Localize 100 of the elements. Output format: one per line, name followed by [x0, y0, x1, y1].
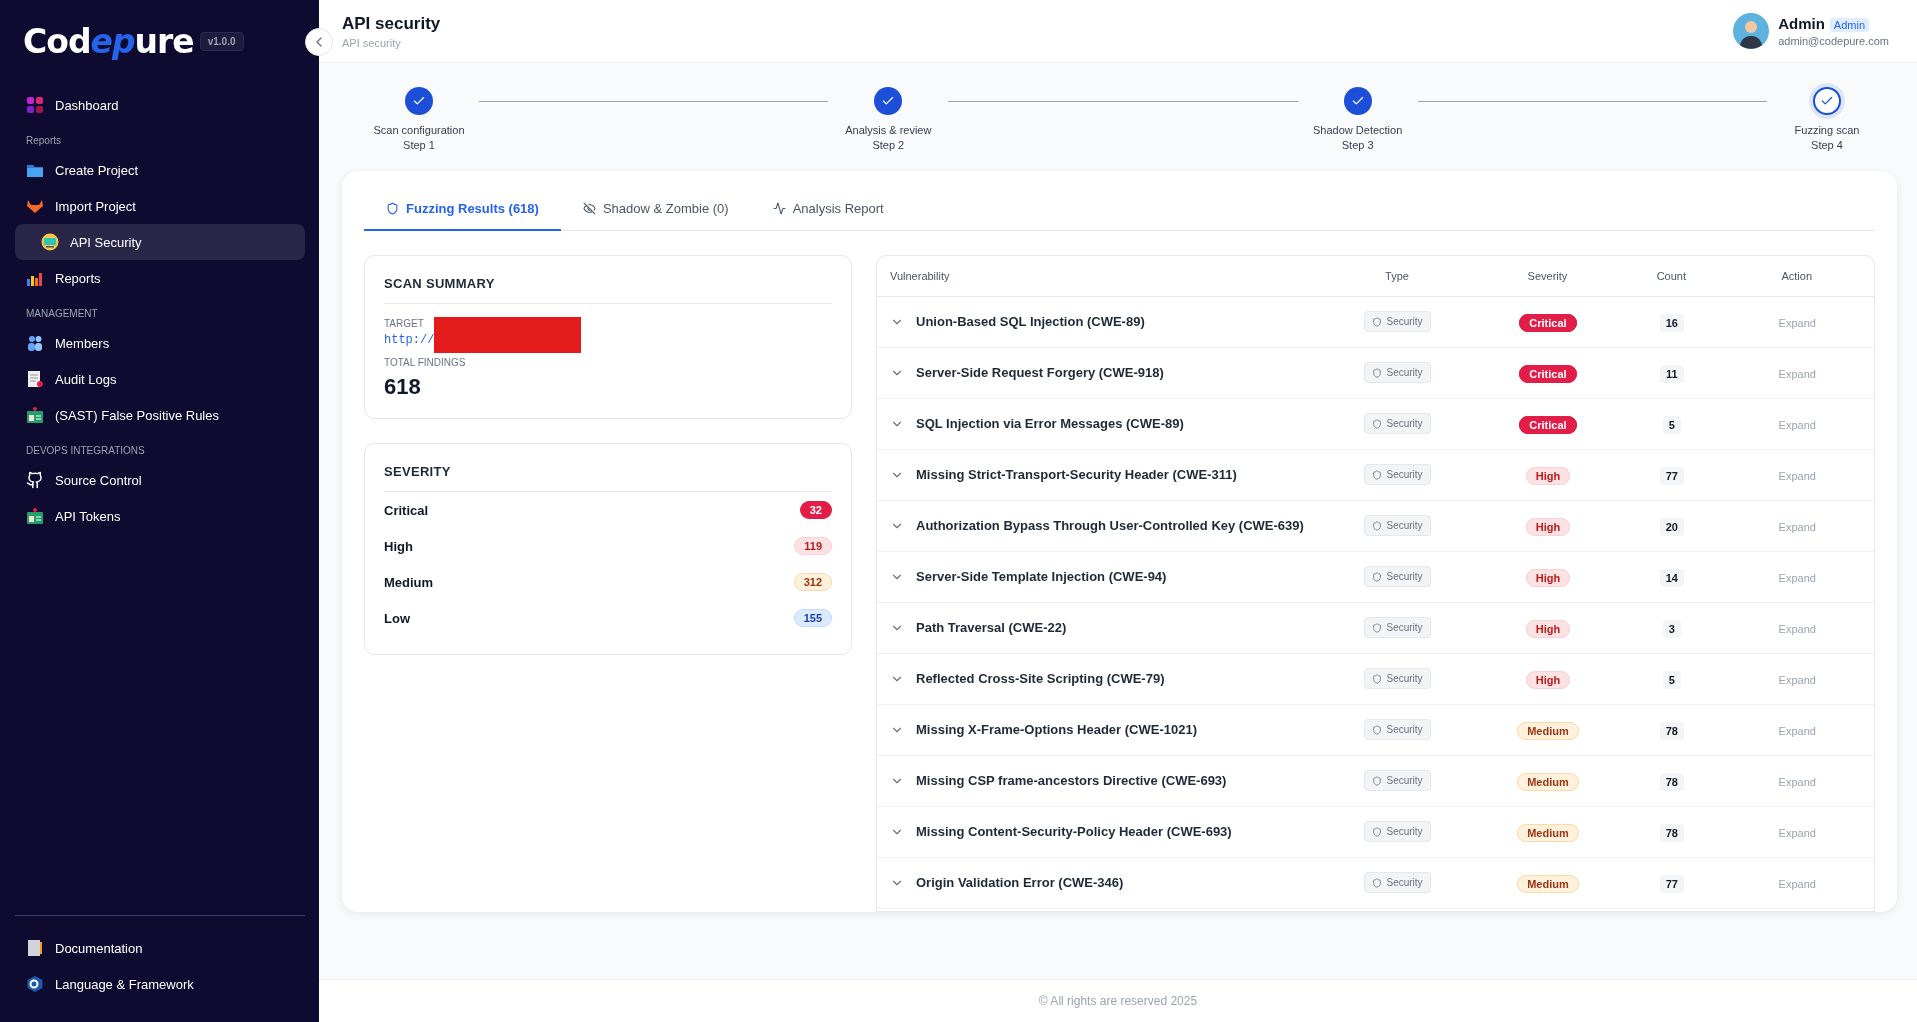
vulnerability-name: Authorization Bypass Through User-Controlled Key (CWE-639) — [916, 518, 1304, 533]
monitor-icon — [41, 233, 59, 251]
vulnerability-name: Path Traversal (CWE-22) — [916, 620, 1067, 635]
vulnerability-name: Union-Based SQL Injection (CWE-89) — [916, 314, 1145, 329]
sidebar-item[interactable]: Dashboard — [15, 87, 305, 123]
sidebar-item[interactable]: Source Control — [15, 462, 305, 498]
severity-badge: Medium — [1517, 772, 1579, 791]
type-tag: Security — [1364, 617, 1431, 638]
avatar — [1733, 13, 1770, 49]
target-url: http:// — [384, 333, 435, 347]
card-title: SEVERITY — [384, 464, 832, 492]
id-card-icon — [26, 406, 44, 424]
section-heading: DEVOPS INTEGRATIONS — [25, 445, 146, 456]
type-tag: Security — [1364, 719, 1431, 740]
document-icon — [26, 370, 44, 388]
severity-badge: High — [1525, 568, 1571, 587]
hexagon-icon — [26, 975, 44, 993]
version-badge: v1.0.0 — [199, 32, 244, 51]
column-header: Type — [1322, 256, 1473, 296]
card-title: SCAN SUMMARY — [384, 276, 832, 304]
shield-icon — [1372, 826, 1383, 837]
column-header: Count — [1623, 256, 1721, 296]
count-badge: 78 — [1659, 721, 1684, 740]
count-badge: 77 — [1659, 466, 1684, 485]
count-badge: 14 — [1659, 568, 1684, 587]
type-tag: Security — [1364, 311, 1431, 332]
vulnerability-name: Reflected Cross-Site Scripting (CWE-79) — [916, 671, 1165, 686]
type-tag: Security — [1364, 413, 1431, 434]
shield-icon — [1372, 673, 1383, 684]
type-tag: Security — [1364, 515, 1431, 536]
count-badge: 5 — [1662, 415, 1681, 434]
type-tag: Security — [1364, 464, 1431, 485]
severity-label: Low — [384, 610, 410, 626]
tab[interactable]: Analysis Report — [750, 187, 906, 231]
tab[interactable]: Fuzzing Results (618) — [364, 187, 561, 231]
shield-icon — [1372, 571, 1383, 582]
count-badge: 77 — [1659, 874, 1684, 893]
grid-icon — [26, 96, 44, 114]
shield-icon — [386, 202, 399, 215]
sidebar-item[interactable]: Documentation — [15, 930, 305, 966]
user-email: admin@codepure.com — [1778, 35, 1889, 47]
sidebar-item[interactable]: Reports — [15, 260, 305, 296]
sidebar-item[interactable]: (SAST) False Positive Rules — [15, 397, 305, 433]
severity-badge: High — [1525, 670, 1571, 689]
shield-icon — [1372, 316, 1383, 327]
severity-label: Critical — [384, 502, 429, 518]
sidebar-item[interactable]: Language & Framework — [15, 966, 305, 1002]
sidebar-item[interactable]: API Security — [15, 224, 305, 260]
severity-badge: Medium — [1517, 874, 1579, 893]
count-badge: 119 — [794, 537, 832, 555]
step-label: Shadow Detection Step 3 — [1313, 123, 1403, 153]
severity-badge: Medium — [1517, 823, 1579, 842]
section-heading: Reports — [25, 135, 62, 146]
vulnerability-name: Server-Side Template Injection (CWE-94) — [916, 569, 1167, 584]
type-tag: Security — [1364, 821, 1431, 842]
people-icon — [26, 334, 44, 352]
column-header: Vulnerability — [877, 256, 1323, 296]
severity-badge: High — [1525, 619, 1571, 638]
count-badge: 78 — [1659, 823, 1684, 842]
vulnerability-name: Missing X-Frame-Options Header (CWE-1021) — [916, 722, 1197, 737]
severity-badge: Critical — [1519, 415, 1577, 434]
count-badge: 20 — [1659, 517, 1684, 536]
vulnerability-name: Missing CSP frame-ancestors Directive (CWE-693) — [916, 773, 1227, 788]
sidebar-item[interactable]: Create Project — [15, 152, 305, 188]
breadcrumb: API security — [342, 36, 402, 49]
vulnerability-name: SQL Injection via Error Messages (CWE-89) — [916, 416, 1184, 431]
tab[interactable]: Shadow & Zombie (0) — [560, 187, 751, 231]
severity-badge: High — [1525, 517, 1571, 536]
activity-icon — [772, 202, 786, 215]
role-badge: Admin — [1829, 18, 1869, 32]
severity-badge: High — [1525, 466, 1571, 485]
sidebar-item[interactable]: Audit Logs — [15, 361, 305, 397]
type-tag: Security — [1364, 668, 1431, 689]
user-name: Admin — [1778, 15, 1825, 32]
step-label: Scan configuration Step 1 — [373, 123, 465, 153]
type-tag: Security — [1364, 770, 1431, 791]
sidebar-item[interactable]: Import Project — [15, 188, 305, 224]
total-findings: 618 — [384, 374, 422, 400]
shield-icon — [1372, 469, 1383, 480]
shield-icon — [1372, 877, 1383, 888]
type-tag: Security — [1364, 362, 1431, 383]
sidebar-item[interactable]: API Tokens — [15, 498, 305, 534]
count-badge: 11 — [1660, 364, 1684, 383]
severity-badge: Critical — [1519, 313, 1577, 332]
shield-icon — [1372, 724, 1383, 735]
step-label: Fuzzing scan Step 4 — [1794, 123, 1860, 153]
shield-icon — [1372, 367, 1383, 378]
section-heading: MANAGEMENT — [25, 308, 99, 319]
github-icon — [26, 471, 44, 489]
count-badge: 5 — [1662, 670, 1681, 689]
sidebar-item[interactable]: Members — [15, 325, 305, 361]
severity-badge: Medium — [1517, 721, 1579, 740]
shield-icon — [1372, 775, 1383, 786]
page-title: API security — [342, 13, 441, 34]
id-card-icon — [26, 507, 44, 525]
severity-badge: Critical — [1519, 364, 1577, 383]
count-badge: 3 — [1662, 619, 1681, 638]
collapse-button[interactable] — [305, 28, 333, 56]
field-label: TOTAL FINDINGS — [384, 357, 467, 368]
count-badge: 312 — [793, 573, 832, 591]
